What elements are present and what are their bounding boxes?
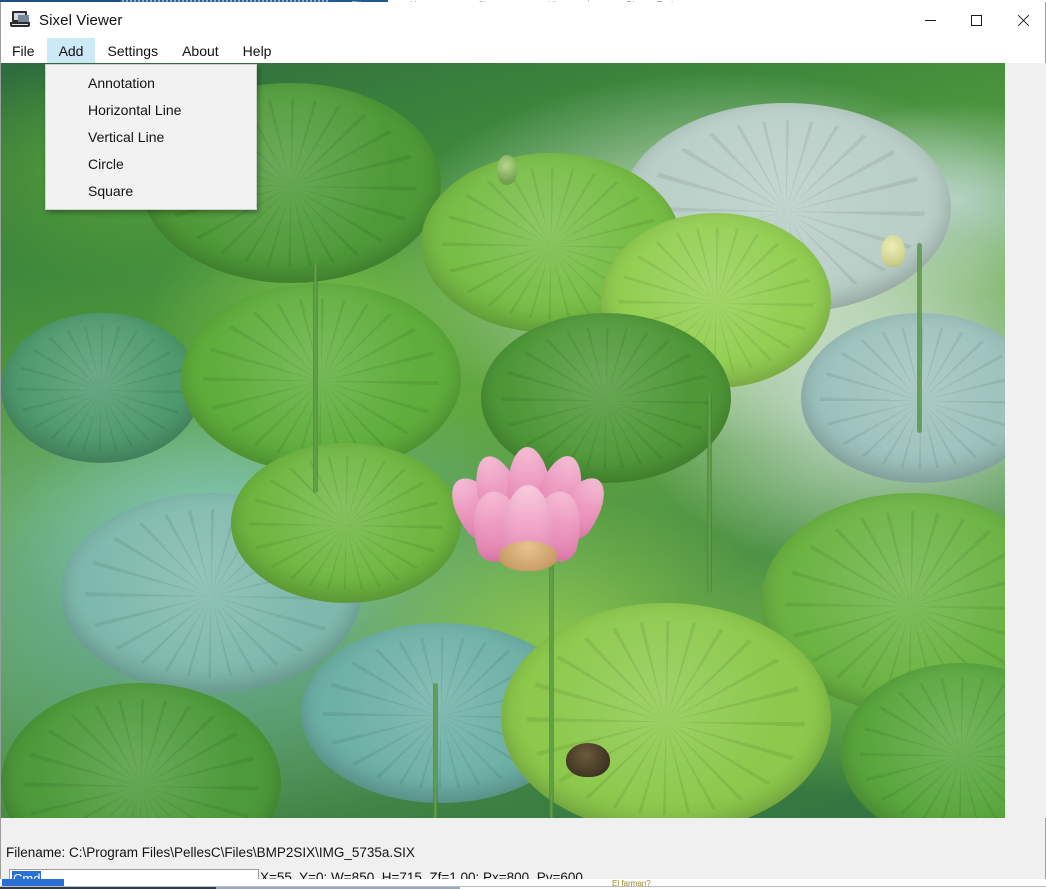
menu-option-square[interactable]: Square	[46, 177, 256, 204]
bottom-peek-strip: El farman?	[0, 879, 1046, 889]
computer-monitor-icon	[10, 11, 30, 29]
menu-bar: File Add Settings About Help	[1, 38, 1045, 63]
lotus-blossom	[440, 445, 615, 573]
maximize-icon	[970, 14, 982, 26]
minimize-icon	[924, 19, 936, 21]
filename-label: Filename: C:\Program Files\PellesC\Files…	[6, 845, 415, 860]
window-title: Sixel Viewer	[39, 11, 123, 29]
menu-item-about[interactable]: About	[170, 38, 231, 63]
close-button[interactable]	[999, 2, 1045, 38]
close-icon	[1016, 14, 1029, 27]
menu-option-annotation[interactable]: Annotation	[46, 69, 256, 96]
sixel-viewer-window: Sixel Viewer File Add Settings About Hel…	[0, 2, 1046, 888]
title-bar: Sixel Viewer	[1, 2, 1045, 38]
menu-option-vertical-line[interactable]: Vertical Line	[46, 123, 256, 150]
maximize-button[interactable]	[953, 2, 999, 38]
menu-option-circle[interactable]: Circle	[46, 150, 256, 177]
bottom-peek-tab[interactable]	[2, 879, 64, 886]
add-menu-dropdown: Annotation Horizontal Line Vertical Line…	[45, 64, 257, 210]
menu-item-settings[interactable]: Settings	[95, 38, 170, 63]
status-bar: Filename: C:\Program Files\PellesC\Files…	[1, 818, 1045, 888]
window-controls	[907, 2, 1045, 38]
menu-option-horizontal-line[interactable]: Horizontal Line	[46, 96, 256, 123]
bottom-peek-text: El farman?	[612, 879, 651, 888]
menu-item-file[interactable]: File	[1, 38, 47, 63]
menu-item-add[interactable]: Add	[46, 38, 96, 63]
menu-item-help[interactable]: Help	[231, 38, 284, 63]
canvas-right-filler	[1005, 63, 1046, 818]
minimize-button[interactable]	[907, 2, 953, 38]
